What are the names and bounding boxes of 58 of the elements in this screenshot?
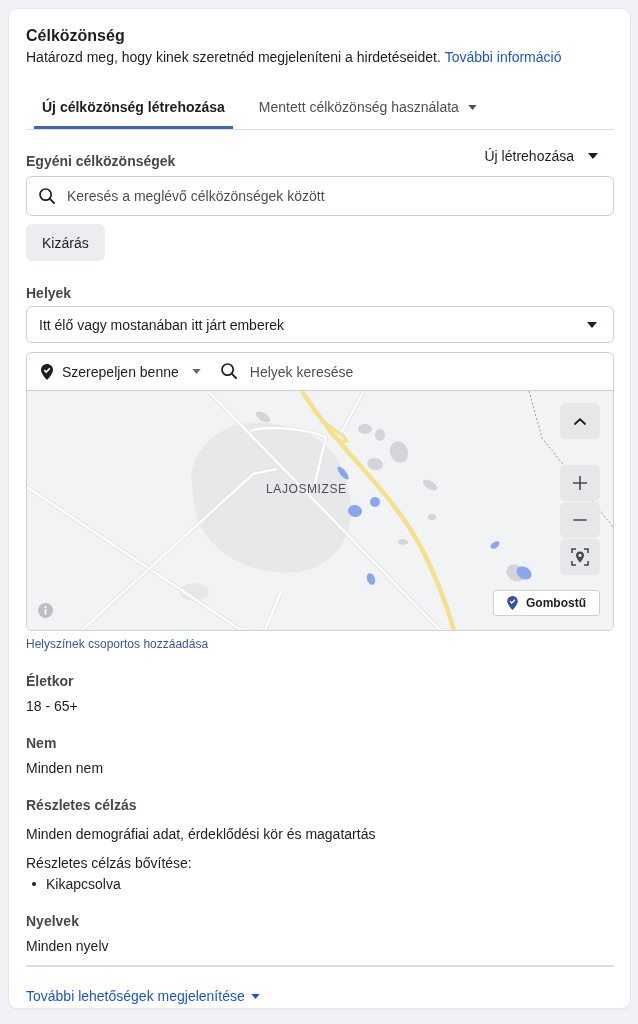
water-area <box>366 573 376 585</box>
built-area <box>422 479 438 491</box>
water-area <box>490 541 500 549</box>
chevron-up-icon <box>574 417 586 425</box>
locate-button[interactable] <box>560 539 600 575</box>
water-area <box>506 564 532 582</box>
minus-icon <box>573 519 587 521</box>
collapse-button[interactable] <box>560 403 600 439</box>
field-label: Egyéni célközönségek <box>26 152 176 170</box>
caret-icon <box>191 369 201 374</box>
built-area <box>375 429 385 441</box>
bullet-text: Kikapcsolva <box>46 875 121 893</box>
built-area <box>389 441 409 463</box>
location-search-field[interactable]: Helyek keresése <box>220 353 613 390</box>
pin-check-icon <box>507 596 518 610</box>
plus-icon <box>573 476 587 490</box>
bulk-add-link[interactable]: Helyszínek csoportos hozzáadása <box>26 636 209 652</box>
pin-check-icon <box>41 363 53 380</box>
search-icon <box>39 188 55 204</box>
section-value: Minden demográfiai adat, érdeklődési kör és magatartás <box>26 825 377 843</box>
section-label: Nyelvek <box>26 912 80 930</box>
section-label: Nem <box>26 734 58 752</box>
caret-icon <box>250 993 260 999</box>
tab[interactable]: Mentett célközönség használata <box>250 84 485 129</box>
audience-type-dropdown[interactable]: Itt élő vagy mostanában itt járt emberek <box>26 306 614 343</box>
section-value: Minden nyelv <box>26 937 110 955</box>
section-value: 18 - 65+ <box>26 697 79 715</box>
zoom-in-button[interactable] <box>560 465 600 501</box>
sub-label: Részletes célzás bővítése: <box>26 854 193 872</box>
section-title: Célközönség <box>26 26 126 46</box>
water-area <box>337 466 349 480</box>
town-area <box>179 583 209 601</box>
water-area <box>370 497 380 507</box>
section-label: Életkor <box>26 672 75 690</box>
description-text: Határozd meg, hogy kinek szeretnéd megjeleníteni a hirdetéseidet. További információ <box>26 48 563 66</box>
caret-icon <box>587 321 597 328</box>
include-dropdown[interactable]: Szerepeljen benne <box>27 353 201 390</box>
audience-search-field[interactable]: Keresés a meglévő célközönségek között <box>26 176 614 216</box>
built-area <box>255 411 271 423</box>
built-area <box>428 514 436 520</box>
built-area <box>358 424 372 434</box>
more-info-link[interactable]: További információ <box>444 49 562 65</box>
built-area <box>367 457 383 471</box>
section-value: Minden nem <box>26 759 105 777</box>
show-more-link[interactable]: További lehetőségek megjelenítése <box>26 987 260 1005</box>
exclude-button[interactable]: Kizárás <box>26 224 105 261</box>
map-place-label: LAJOSMIZSE <box>266 481 347 497</box>
search-icon <box>220 363 237 379</box>
built-area <box>398 539 408 545</box>
field-label: Helyek <box>26 284 73 302</box>
locate-icon <box>571 548 589 566</box>
tab[interactable]: Új célközönség létrehozása <box>34 84 233 129</box>
water-area <box>348 505 362 517</box>
create-dropdown[interactable]: Új létrehozása <box>472 138 614 174</box>
pin-button[interactable]: Gombostű <box>493 590 600 616</box>
section-label: Részletes célzás <box>26 796 138 814</box>
caret-icon <box>588 153 598 159</box>
bullet-icon <box>32 882 36 886</box>
